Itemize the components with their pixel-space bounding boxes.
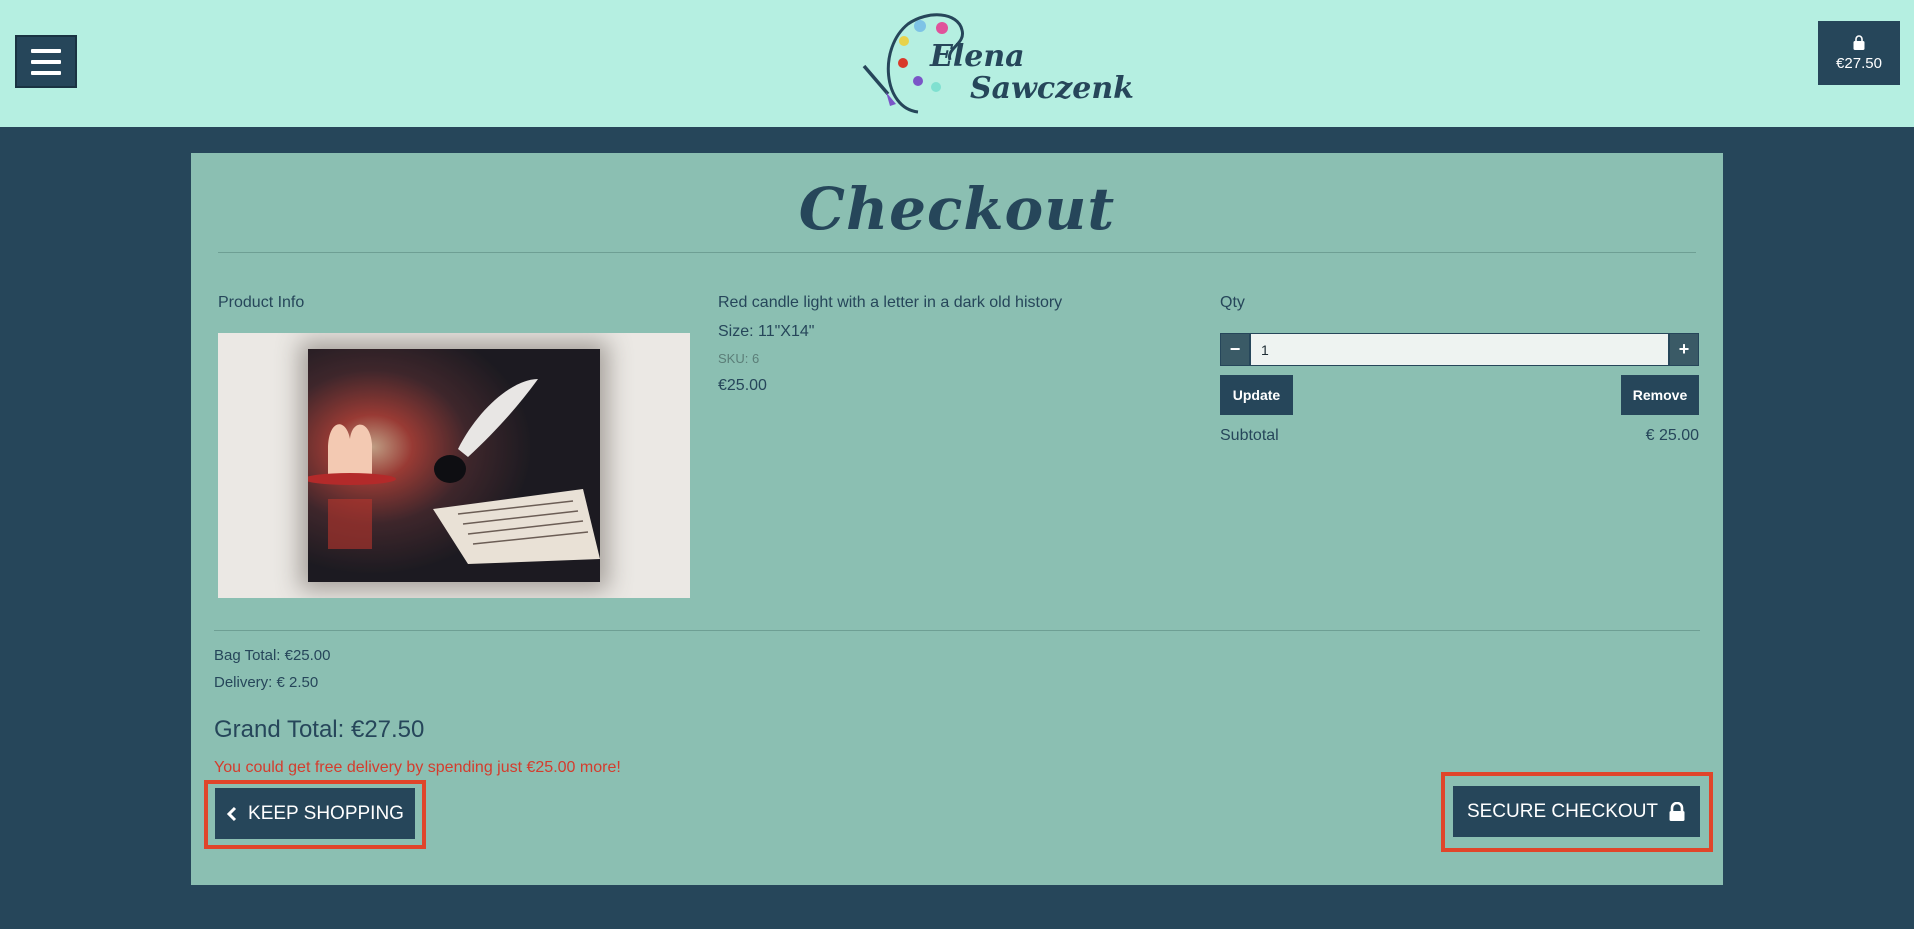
- subtotal-label: Subtotal: [1220, 427, 1279, 444]
- menu-button[interactable]: [15, 35, 77, 88]
- update-button[interactable]: Update: [1220, 375, 1293, 415]
- quantity-input[interactable]: [1250, 333, 1669, 366]
- checkout-card: Checkout Product Info Red candle light w…: [191, 153, 1723, 885]
- title-divider: [218, 252, 1696, 253]
- product-image[interactable]: [218, 333, 690, 598]
- product-info-label: Product Info: [218, 294, 305, 311]
- remove-button[interactable]: Remove: [1621, 375, 1699, 415]
- delivery-line: Delivery: € 2.50: [214, 674, 319, 691]
- bag-total-line: Bag Total: €25.00: [214, 647, 331, 664]
- logo-name-line1: Elena: [929, 39, 1025, 74]
- chevron-left-icon: [226, 806, 237, 821]
- page-title: Checkout: [798, 175, 1116, 243]
- subtotal-value: € 25.00: [1645, 427, 1699, 444]
- secure-checkout-label: SECURE CHECKOUT: [1466, 800, 1659, 822]
- top-header: Elena Sawczenko €27.50: [0, 0, 1914, 127]
- grand-total: Grand Total: €27.50: [214, 716, 425, 743]
- bag-total-amount: €27.50: [1836, 54, 1882, 72]
- shopping-bag-button[interactable]: €27.50: [1818, 21, 1900, 85]
- logo-name-line2: Sawczenko: [970, 71, 1134, 106]
- qty-label: Qty: [1220, 294, 1245, 311]
- keep-shopping-label: KEEP SHOPPING: [248, 802, 404, 824]
- shopping-bag-icon: [1853, 34, 1865, 50]
- product-size: Size: 11"X14": [718, 323, 815, 340]
- product-sku: SKU: 6: [718, 351, 760, 366]
- lock-icon: [1669, 801, 1685, 821]
- totals-divider: [214, 630, 1700, 631]
- product-price: €25.00: [718, 377, 767, 394]
- increment-button[interactable]: +: [1669, 333, 1699, 366]
- hamburger-icon: [31, 48, 61, 53]
- keep-shopping-button[interactable]: KEEP SHOPPING: [215, 788, 415, 839]
- secure-checkout-button[interactable]: SECURE CHECKOUT: [1453, 786, 1700, 837]
- site-logo[interactable]: Elena Sawczenko: [858, 8, 1134, 118]
- free-delivery-message: You could get free delivery by spending …: [214, 759, 621, 776]
- product-name: Red candle light with a letter in a dark…: [718, 294, 1063, 311]
- painting-thumbnail: [308, 349, 600, 582]
- decrement-button[interactable]: −: [1220, 333, 1250, 366]
- quantity-stepper: − +: [1220, 333, 1699, 366]
